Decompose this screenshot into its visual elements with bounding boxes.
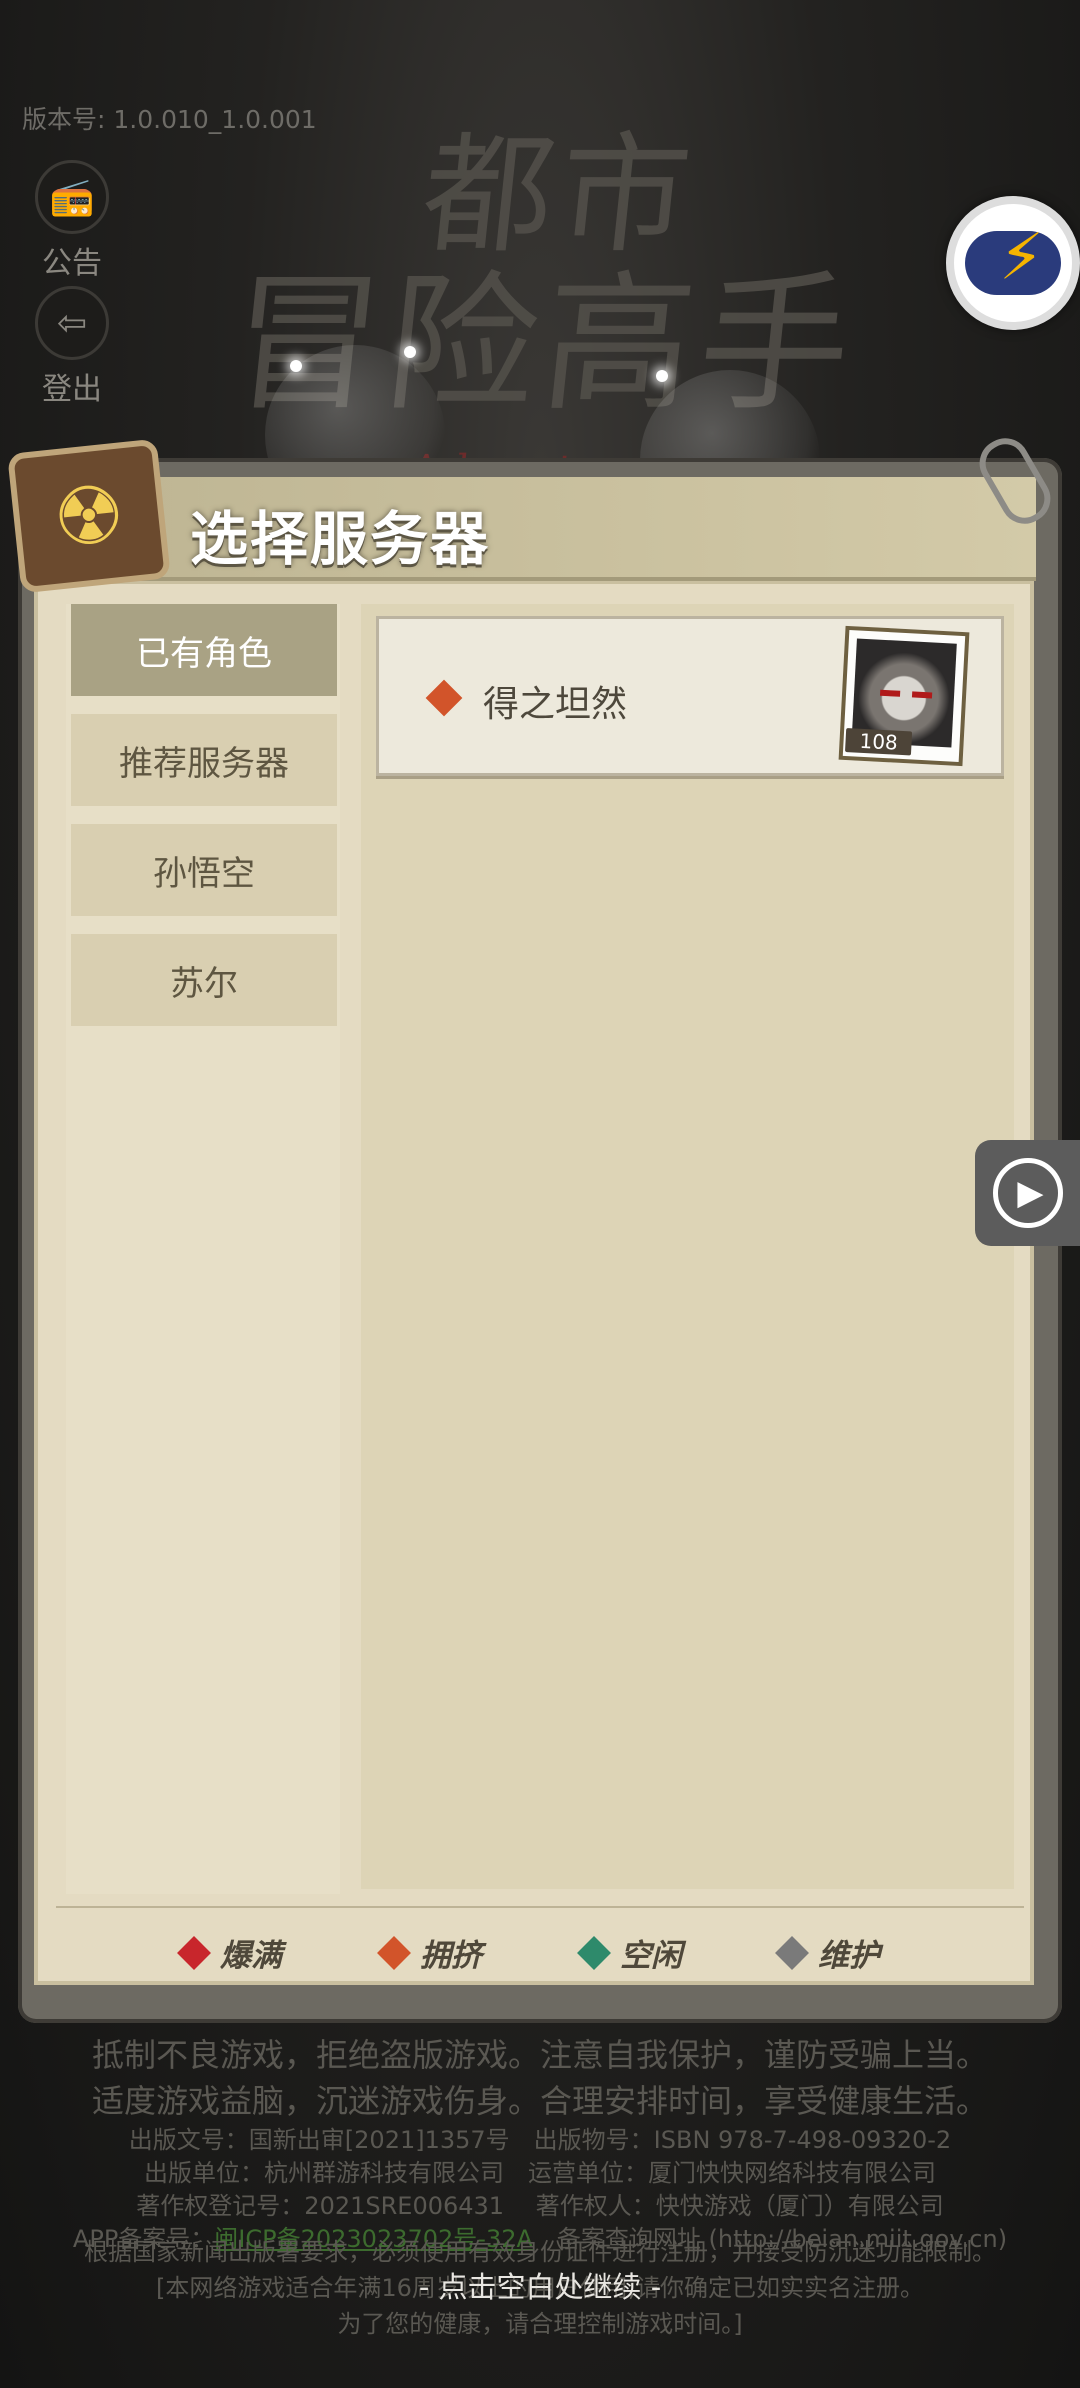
character-avatar: 108 bbox=[838, 625, 970, 767]
status-busy-icon bbox=[425, 679, 463, 717]
notice-button[interactable]: 📻 公告 bbox=[32, 160, 112, 282]
legend-maintenance: 维护 bbox=[775, 1930, 880, 1975]
sparkle bbox=[290, 360, 302, 372]
logout-label: 登出 bbox=[42, 372, 102, 407]
tab-sunwukong[interactable]: 孙悟空 bbox=[71, 824, 337, 916]
login-screen: { "version": "版本号: 1.0.010_1.0.001", "si… bbox=[0, 0, 1080, 2388]
tab-suer[interactable]: 苏尔 bbox=[71, 934, 337, 1026]
play-icon: ▶ bbox=[992, 1158, 1063, 1228]
registration-line: 为了您的健康，请合理控制游戏时间。] bbox=[337, 2310, 743, 2338]
server-emblem-icon: ☢ bbox=[7, 438, 171, 594]
logo-line1: 都市 bbox=[415, 119, 704, 271]
sparkle bbox=[656, 370, 668, 382]
tab-recommended[interactable]: 推荐服务器 bbox=[71, 714, 337, 806]
server-item[interactable]: 得之坦然 108 bbox=[376, 616, 1004, 776]
status-maintenance-icon bbox=[775, 1935, 809, 1970]
notice-label: 公告 bbox=[42, 246, 102, 281]
logout-icon: ⇦ bbox=[35, 286, 109, 360]
legend-idle: 空闲 bbox=[577, 1930, 682, 1975]
game-assistant-button[interactable]: ⚡ bbox=[946, 196, 1080, 330]
lightning-icon: ⚡ bbox=[999, 221, 1044, 295]
character-level: 108 bbox=[844, 728, 913, 756]
health-notice: 抵制不良游戏，拒绝盗版游戏。注意自我保护，谨防受骗上当。 适度游戏益脑，沉迷游戏… bbox=[0, 2032, 1080, 2124]
logout-button[interactable]: ⇦ 登出 bbox=[32, 286, 112, 408]
publication-line: 著作权登记号：2021SRE006431 著作权人：快快游戏（厦门）有限公司 bbox=[136, 2192, 944, 2220]
portrait-eye bbox=[879, 689, 901, 697]
health-notice-line: 抵制不良游戏，拒绝盗版游戏。注意自我保护，谨防受骗上当。 bbox=[91, 2036, 988, 2074]
publication-line: 出版文号：国新出审[2021]1357号 出版物号：ISBN 978-7-498… bbox=[128, 2126, 952, 2154]
play-float-button[interactable]: ▶ bbox=[975, 1140, 1080, 1246]
gamepad-icon: ⚡ bbox=[965, 223, 1061, 295]
status-idle-icon bbox=[577, 1935, 611, 1970]
legend-idle-label: 空闲 bbox=[620, 1938, 682, 1974]
status-busy-icon bbox=[377, 1935, 411, 1970]
sparkle bbox=[404, 346, 416, 358]
server-list bbox=[361, 604, 1014, 1889]
health-notice-line: 适度游戏益脑，沉迷游戏伤身。合理安排时间，享受健康生活。 bbox=[91, 2082, 988, 2120]
status-full-icon bbox=[177, 1935, 211, 1970]
server-name: 得之坦然 bbox=[483, 684, 628, 725]
legend-maintenance-label: 维护 bbox=[818, 1938, 880, 1974]
legend-full: 爆满 bbox=[177, 1930, 282, 1975]
legend-full-label: 爆满 bbox=[220, 1938, 282, 1974]
tab-existing-roles[interactable]: 已有角色 bbox=[71, 604, 337, 696]
legend-divider bbox=[56, 1906, 1024, 1908]
legend-busy: 拥挤 bbox=[377, 1930, 482, 1975]
portrait-eye bbox=[911, 691, 933, 699]
dialog-title: 选择服务器 bbox=[190, 505, 491, 573]
legend-busy-label: 拥挤 bbox=[420, 1938, 482, 1974]
tap-to-continue[interactable]: - 点击空白处继续 - bbox=[0, 2264, 1080, 2306]
publication-line: 出版单位：杭州群游科技有限公司 运营单位：厦门快快网络科技有限公司 bbox=[144, 2159, 936, 2187]
radio-icon: 📻 bbox=[35, 160, 109, 234]
